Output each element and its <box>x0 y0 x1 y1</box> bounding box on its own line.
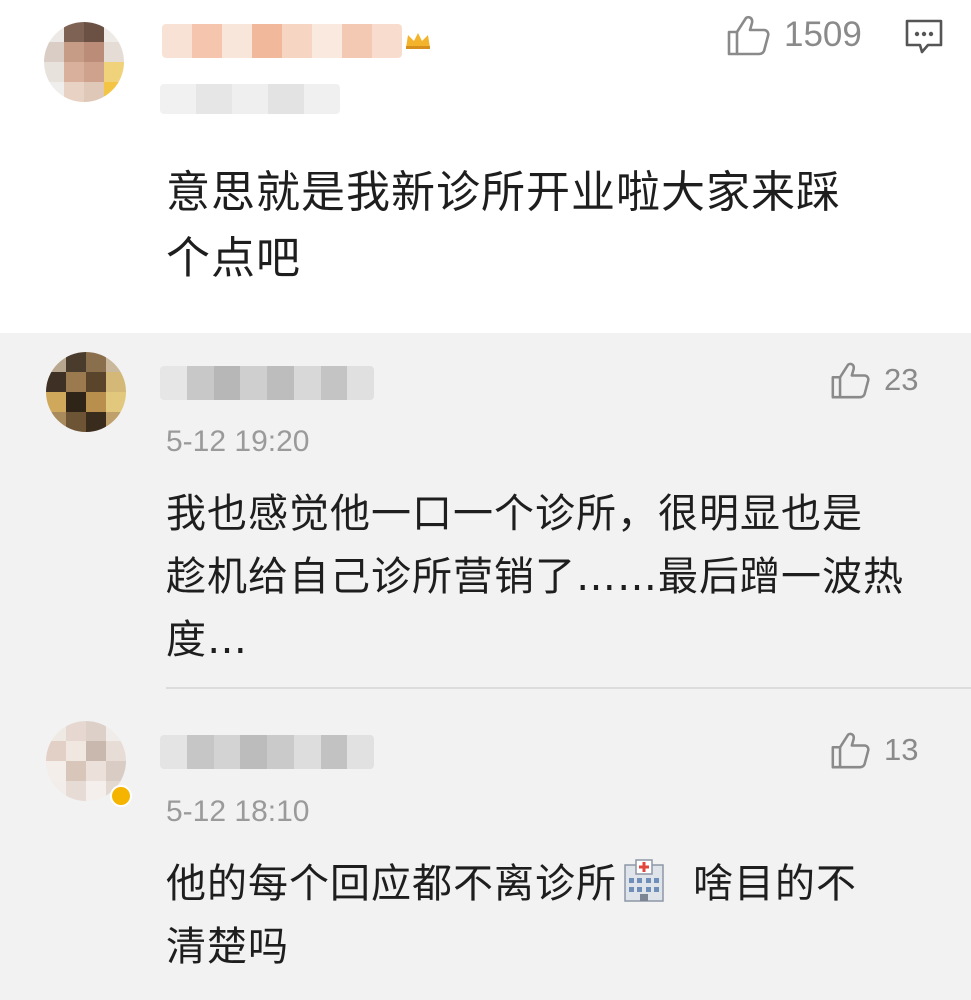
comment-line: 个点吧 <box>166 233 301 284</box>
hospital-emoji-icon <box>624 859 664 902</box>
replies-section: 23 5-12 19:20 我也感觉他一口一个诊所，很明显也是 趁机给自己诊所营… <box>0 333 971 1000</box>
username-blurred[interactable] <box>160 366 374 400</box>
thumbs-up-icon <box>831 732 870 769</box>
comment-line: 度… <box>166 617 248 663</box>
divider <box>166 687 971 689</box>
vip-crown-icon <box>406 33 430 49</box>
timestamp: 5-12 18:10 <box>166 795 310 828</box>
comment-text-part: 他的每个回应都不离诊所 <box>166 861 617 907</box>
comment-text: 他的每个回应都不离诊所 啥目的不 清楚吗 <box>166 853 857 979</box>
comment-line: 他的每个回应都不离诊所 啥目的不 <box>166 853 857 916</box>
comment-text-part: 啥目的不 <box>693 861 857 907</box>
like-count: 23 <box>884 362 919 397</box>
like-button[interactable]: 13 <box>830 731 918 769</box>
timestamp: 5-12 19:20 <box>166 425 310 458</box>
main-comment: 1509 意思就是我新诊所开业啦大家来踩 个点吧 <box>0 0 971 333</box>
avatar[interactable] <box>46 352 126 432</box>
like-button[interactable]: 1509 <box>726 14 862 56</box>
like-button[interactable]: 23 <box>830 361 918 399</box>
comment-text: 我也感觉他一口一个诊所，很明显也是 趁机给自己诊所营销了……最后蹭一波热 度… <box>166 483 904 672</box>
avatar[interactable] <box>44 22 124 102</box>
username-blurred[interactable] <box>162 24 402 58</box>
comment-line: 意思就是我新诊所开业啦大家来踩 <box>166 167 841 218</box>
verified-badge-icon <box>110 785 132 807</box>
like-count: 1509 <box>784 15 862 54</box>
thumbs-up-icon <box>727 15 770 56</box>
comment-bubble-icon[interactable] <box>904 18 944 56</box>
comment-line: 趁机给自己诊所营销了……最后蹭一波热 <box>166 554 904 600</box>
user-subtitle-blurred <box>160 84 340 114</box>
comment-line: 我也感觉他一口一个诊所，很明显也是 <box>166 491 863 537</box>
like-count: 13 <box>884 732 919 767</box>
username-blurred[interactable] <box>160 735 374 769</box>
thumbs-up-icon <box>831 362 870 399</box>
comment-text: 意思就是我新诊所开业啦大家来踩 个点吧 <box>166 160 841 292</box>
comment-line: 清楚吗 <box>166 924 289 970</box>
